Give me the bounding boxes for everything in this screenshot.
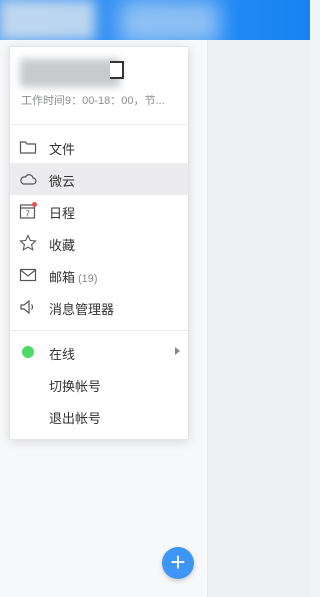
title-bar xyxy=(0,0,310,45)
plus-icon: + xyxy=(170,547,186,577)
chat-panel xyxy=(208,40,310,597)
menu-item-logout[interactable]: 退出帐号 xyxy=(10,400,188,432)
nickname-tail xyxy=(110,61,124,79)
menu-item-cloud[interactable]: 微云 xyxy=(10,163,188,195)
menu-item-message-manager[interactable]: 消息管理器 xyxy=(10,291,188,323)
menu-item-online-status[interactable]: 在线 xyxy=(10,336,188,368)
folder-icon xyxy=(19,138,37,156)
blurred-header-area xyxy=(120,0,220,45)
mail-icon xyxy=(19,266,37,284)
add-button[interactable]: + xyxy=(162,547,194,579)
menu-divider xyxy=(10,330,188,331)
status-signature[interactable]: 工作时间9：00-18：00，节... xyxy=(21,92,165,108)
chevron-right-icon xyxy=(175,347,180,355)
menu-item-favorites[interactable]: 收藏 xyxy=(10,227,188,259)
menu-item-calendar[interactable]: 7 日程 xyxy=(10,195,188,227)
menu-item-files[interactable]: 文件 xyxy=(10,131,188,163)
blurred-avatar-area xyxy=(0,0,95,40)
calendar-icon: 7 xyxy=(19,202,37,220)
menu-divider xyxy=(10,124,188,125)
menu-item-mail[interactable]: 邮箱 (19) xyxy=(10,259,188,291)
main-menu-popup: 工作时间9：00-18：00，节... 文件 微云 7 日程 收藏 邮箱 (19… xyxy=(9,46,189,440)
star-icon xyxy=(19,234,37,252)
blurred-nickname xyxy=(20,59,120,87)
speaker-icon xyxy=(19,298,37,316)
mail-count-badge: (19) xyxy=(78,273,98,285)
cloud-icon xyxy=(19,170,37,188)
menu-item-switch-account[interactable]: 切换帐号 xyxy=(10,368,188,400)
online-status-icon xyxy=(22,346,34,358)
svg-text:7: 7 xyxy=(25,210,30,219)
